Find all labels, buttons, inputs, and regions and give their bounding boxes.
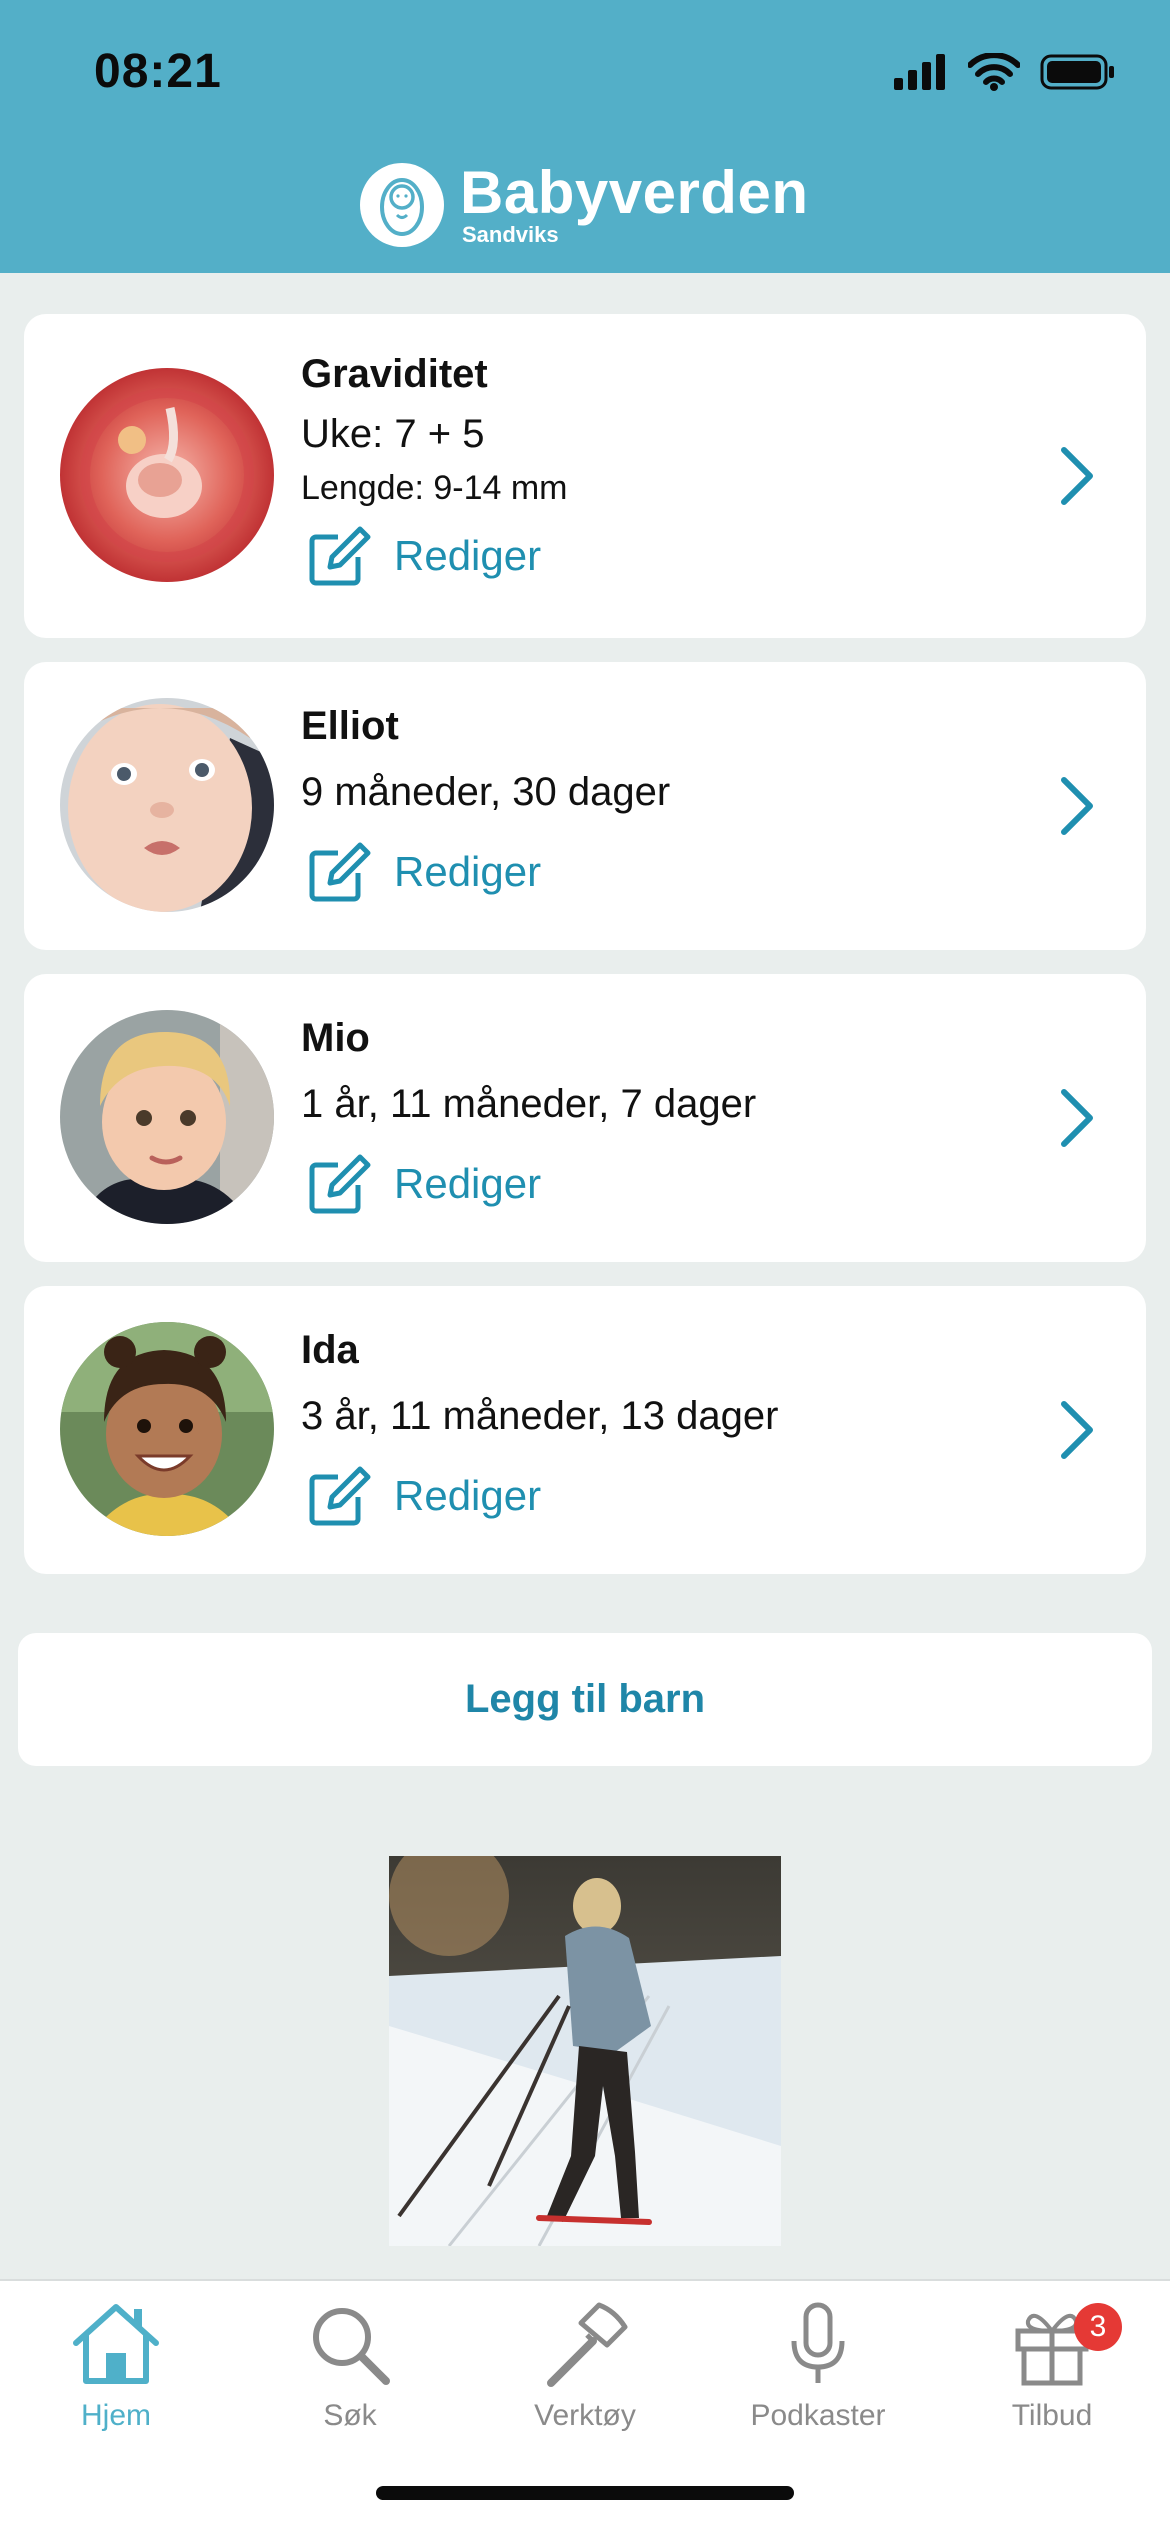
card-length: Lengde: 9-14 mm [301,469,568,507]
child-card[interactable]: Ida 3 år, 11 måneder, 13 dager Rediger [24,1286,1146,1574]
edit-button[interactable]: Rediger [306,1152,541,1216]
tab-label: Podkaster [750,2399,886,2432]
edit-button[interactable]: Rediger [306,524,541,588]
tab-offers[interactable]: 3 Tilbud [952,2297,1152,2447]
search-icon [313,2308,390,2385]
tab-bar: Hjem Søk Verktøy Podkaster 3 Tilbud [0,2279,1170,2532]
add-child-button[interactable]: Legg til barn [18,1633,1152,1766]
microphone-icon [791,2302,845,2383]
card-name: Ida [301,1328,359,1372]
edit-label: Rediger [394,1472,542,1519]
pregnancy-avatar [60,368,274,582]
edit-icon [309,1466,371,1526]
hammer-icon [547,2302,628,2387]
chevron-right-icon[interactable] [1054,774,1098,838]
edit-button[interactable]: Rediger [306,840,541,904]
offers-badge: 3 [1074,2303,1122,2351]
tab-search[interactable]: Søk [250,2297,450,2447]
child-avatar [60,1322,274,1536]
edit-label: Rediger [394,1160,542,1207]
home-icon [73,2304,159,2384]
chevron-right-icon[interactable] [1054,1398,1098,1462]
child-avatar [60,1010,274,1224]
card-age: 3 år, 11 måneder, 13 dager [301,1394,779,1438]
promo-image[interactable] [389,1856,781,2246]
tab-home[interactable]: Hjem [16,2297,216,2447]
child-card[interactable]: Mio 1 år, 11 måneder, 7 dager Rediger [24,974,1146,1262]
edit-label: Rediger [394,532,542,579]
chevron-right-icon[interactable] [1054,1086,1098,1150]
cellular-signal-icon [894,54,945,90]
child-card[interactable]: Elliot 9 måneder, 30 dager Rediger [24,662,1146,950]
brand-title: Babyverden [460,159,809,226]
tab-podcasts[interactable]: Podkaster [718,2297,918,2447]
card-age: 9 måneder, 30 dager [301,770,671,814]
status-time: 08:21 [94,45,222,98]
home-indicator [376,2486,794,2500]
wifi-icon [968,53,1020,91]
card-age: Uke: 7 + 5 [301,412,485,456]
baby-logo-icon [360,163,444,247]
edit-icon [309,1154,371,1214]
edit-button[interactable]: Rediger [306,1464,541,1528]
brand-subtitle: Sandviks [462,222,559,247]
app-header: 08:21 Babyverden Sandviks [0,0,1170,273]
card-name: Graviditet [301,352,488,396]
chevron-right-icon[interactable] [1054,444,1098,508]
tab-label: Hjem [80,2399,151,2432]
tab-label: Verktøy [534,2399,636,2432]
card-name: Mio [301,1016,370,1060]
edit-label: Rediger [394,848,542,895]
card-name: Elliot [301,704,399,748]
edit-icon [309,842,371,902]
tab-label: Tilbud [1011,2399,1093,2432]
pregnancy-card[interactable]: Graviditet Uke: 7 + 5 Lengde: 9-14 mm Re… [24,314,1146,638]
status-icons [894,52,1116,92]
tab-tools[interactable]: Verktøy [485,2297,685,2447]
child-avatar [60,698,274,912]
battery-icon [1040,54,1114,90]
card-age: 1 år, 11 måneder, 7 dager [301,1082,757,1126]
edit-icon [309,526,371,586]
tab-label: Søk [323,2399,377,2432]
